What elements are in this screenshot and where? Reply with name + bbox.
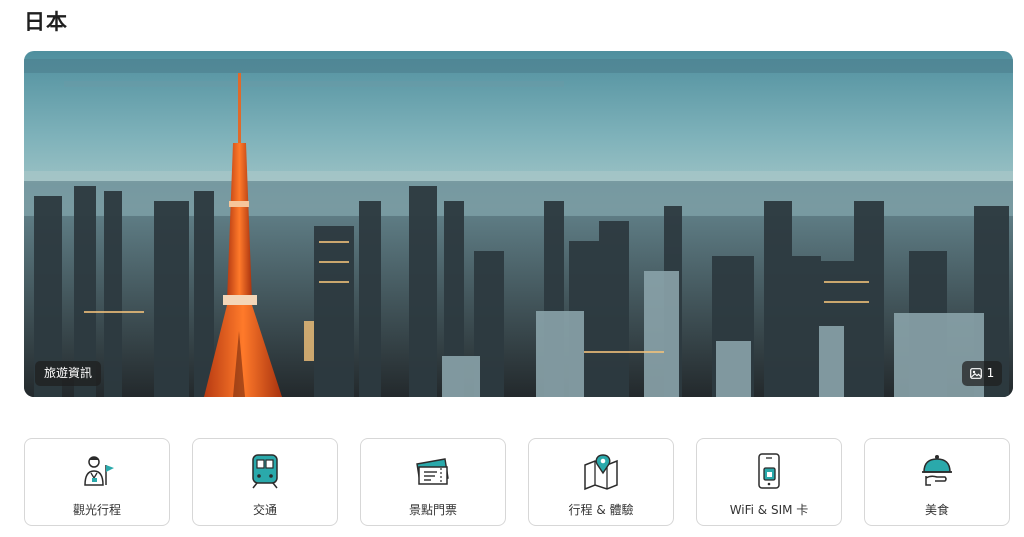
photo-count-badge[interactable]: 1 — [962, 361, 1002, 386]
category-label: WiFi & SIM 卡 — [729, 503, 809, 517]
category-attraction-tickets[interactable]: 景點門票 — [360, 438, 506, 526]
ticket-icon — [416, 458, 449, 485]
tokyo-skyline-photo — [24, 51, 1013, 397]
category-wifi-sim[interactable]: WiFi & SIM 卡 — [696, 438, 842, 526]
train-icon — [252, 454, 278, 489]
category-label: 美食 — [924, 503, 949, 517]
tour-guide-icon — [84, 456, 114, 486]
map-pin-icon — [584, 454, 618, 491]
category-sightseeing-tours[interactable]: 觀光行程 — [24, 438, 170, 526]
category-label: 觀光行程 — [72, 503, 121, 517]
hero-tag-travel-info[interactable]: 旅遊資訊 — [35, 361, 102, 386]
image-icon — [969, 368, 982, 379]
phone-sim-icon — [758, 453, 780, 489]
photo-count-value: 1 — [986, 366, 995, 380]
category-transportation[interactable]: 交通 — [192, 438, 338, 526]
category-tours-experiences[interactable]: 行程 & 體驗 — [528, 438, 674, 526]
page-title: 日本 — [24, 10, 68, 34]
category-food[interactable]: 美食 — [864, 438, 1010, 526]
category-label: 景點門票 — [408, 503, 457, 517]
category-label: 行程 & 體驗 — [568, 503, 634, 517]
category-label: 交通 — [252, 503, 277, 517]
food-cloche-icon — [922, 455, 952, 486]
hero-image[interactable] — [24, 51, 1013, 397]
